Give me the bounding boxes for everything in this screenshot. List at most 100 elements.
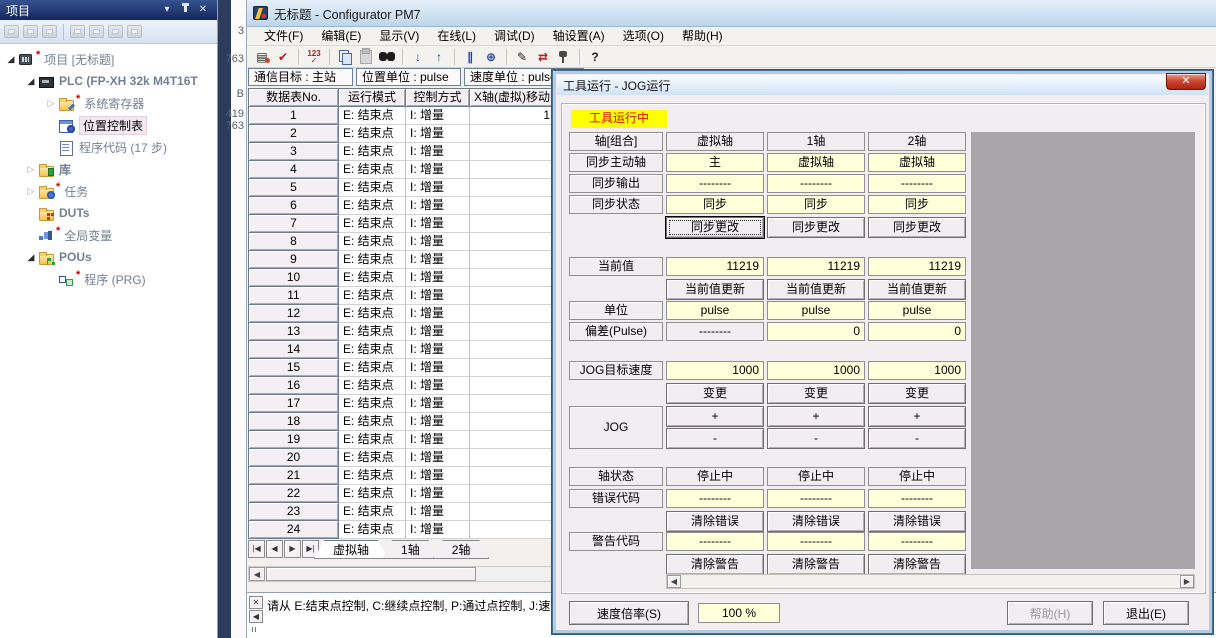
change-button[interactable]: 变更 (666, 383, 764, 404)
row-number-cell[interactable]: 19 (249, 431, 339, 449)
operation-mode-cell[interactable]: E: 结束点 (339, 341, 406, 359)
add-device-icon[interactable] (42, 25, 57, 38)
clear-warning-button[interactable]: 清除警告 (767, 554, 865, 575)
scroll-right-icon[interactable]: ▶ (1180, 575, 1194, 588)
operation-mode-cell[interactable]: E: 结束点 (339, 179, 406, 197)
control-method-cell[interactable]: I: 增量 (406, 485, 470, 503)
control-method-cell[interactable]: I: 增量 (406, 395, 470, 413)
row-number-cell[interactable]: 23 (249, 503, 339, 521)
scroll-left-icon[interactable]: ◀ (667, 575, 681, 588)
download-to-plc-icon[interactable]: ↓ (409, 48, 427, 65)
verify-data-icon[interactable]: 123✓ (305, 48, 323, 65)
help-icon[interactable]: ? (586, 48, 604, 65)
x-axis-value-cell[interactable] (470, 125, 555, 143)
operation-mode-cell[interactable]: E: 结束点 (339, 197, 406, 215)
x-axis-value-cell[interactable] (470, 215, 555, 233)
x-axis-value-cell[interactable] (470, 305, 555, 323)
tree-item-global-vars[interactable]: * 全局变量 (0, 224, 217, 246)
row-number-cell[interactable]: 10 (249, 269, 339, 287)
tree-item-project-root[interactable]: ◢ * 项目 [无标题] (0, 48, 217, 70)
collapsed-arrow-icon[interactable]: ▷ (44, 98, 58, 109)
paste-icon[interactable] (357, 48, 375, 65)
x-axis-value-cell[interactable]: 1 (470, 107, 555, 125)
control-method-cell[interactable]: I: 增量 (406, 161, 470, 179)
tree-item-tasks[interactable]: ▷ * 任务 (0, 180, 217, 202)
tab-axis-1[interactable]: 1轴 (382, 540, 439, 559)
control-method-cell[interactable]: I: 增量 (406, 179, 470, 197)
operation-mode-cell[interactable]: E: 结束点 (339, 215, 406, 233)
row-number-cell[interactable]: 15 (249, 359, 339, 377)
collapsed-arrow-icon[interactable]: ▷ (24, 186, 38, 197)
x-axis-value-cell[interactable] (470, 503, 555, 521)
operation-mode-cell[interactable]: E: 结束点 (339, 323, 406, 341)
menu-edit[interactable]: 编辑(E) (312, 27, 370, 45)
row-number-cell[interactable]: 21 (249, 467, 339, 485)
main-titlebar[interactable]: 无标题 - Configurator PM7 (247, 0, 1216, 27)
row-number-cell[interactable]: 20 (249, 449, 339, 467)
col-header-no[interactable]: 数据表No. (249, 89, 339, 107)
menu-help[interactable]: 帮助(H) (673, 27, 732, 45)
collapsed-arrow-icon[interactable]: ▷ (24, 164, 38, 175)
control-method-cell[interactable]: I: 增量 (406, 251, 470, 269)
expanded-arrow-icon[interactable]: ◢ (24, 252, 38, 263)
edit-program-icon[interactable]: ✎ (513, 48, 531, 65)
menu-debug[interactable]: 调试(D) (485, 27, 544, 45)
tab-first-icon[interactable]: |◀ (248, 540, 265, 558)
x-axis-value-cell[interactable] (470, 359, 555, 377)
col-header-control[interactable]: 控制方式 (406, 89, 470, 107)
x-axis-value-cell[interactable] (470, 287, 555, 305)
expanded-arrow-icon[interactable]: ◢ (4, 54, 18, 65)
jog-plus-button[interactable]: + (666, 406, 764, 427)
clear-error-button[interactable]: 清除错误 (767, 511, 865, 532)
exit-button[interactable]: 退出(E) (1103, 601, 1189, 625)
operation-mode-cell[interactable]: E: 结束点 (339, 233, 406, 251)
x-axis-value-cell[interactable] (470, 161, 555, 179)
operation-mode-cell[interactable]: E: 结束点 (339, 125, 406, 143)
x-axis-value-cell[interactable] (470, 377, 555, 395)
tree-item-program-code[interactable]: 程序代码 (17 步) (0, 136, 217, 158)
copy-icon[interactable] (336, 48, 354, 65)
panel-pin-icon[interactable] (177, 3, 193, 17)
menu-options[interactable]: 选项(O) (614, 27, 673, 45)
x-axis-value-cell[interactable] (470, 413, 555, 431)
current-value-update-button[interactable]: 当前值更新 (868, 279, 966, 300)
sync-change-button[interactable]: 同步更改 (767, 217, 865, 238)
control-method-cell[interactable]: I: 增量 (406, 449, 470, 467)
tree-item-pous[interactable]: ◢ POUs (0, 246, 217, 268)
operation-mode-cell[interactable]: E: 结束点 (339, 521, 406, 539)
operation-mode-cell[interactable]: E: 结束点 (339, 413, 406, 431)
control-method-cell[interactable]: I: 增量 (406, 323, 470, 341)
x-axis-value-cell[interactable] (470, 197, 555, 215)
row-number-cell[interactable]: 6 (249, 197, 339, 215)
open-library-icon[interactable] (70, 25, 85, 38)
x-axis-value-cell[interactable] (470, 467, 555, 485)
library-key-icon[interactable] (108, 25, 123, 38)
row-number-cell[interactable]: 11 (249, 287, 339, 305)
message-close-icon[interactable]: ✕ (249, 596, 263, 609)
x-axis-value-cell[interactable] (470, 431, 555, 449)
clear-warning-button[interactable]: 清除警告 (868, 554, 966, 575)
operation-mode-cell[interactable]: E: 结束点 (339, 269, 406, 287)
message-scroll-left-icon[interactable]: ◀ (249, 610, 263, 623)
operation-mode-cell[interactable]: E: 结束点 (339, 359, 406, 377)
operation-mode-cell[interactable]: E: 结束点 (339, 431, 406, 449)
row-number-cell[interactable]: 9 (249, 251, 339, 269)
row-number-cell[interactable]: 14 (249, 341, 339, 359)
tree-item-duts[interactable]: DUTs (0, 202, 217, 224)
col-header-x-axis[interactable]: X轴(虚拟)移动 (470, 89, 555, 107)
monitor-icon[interactable] (555, 48, 573, 65)
x-axis-value-cell[interactable] (470, 251, 555, 269)
operation-mode-cell[interactable]: E: 结束点 (339, 143, 406, 161)
control-method-cell[interactable]: I: 增量 (406, 143, 470, 161)
tab-virtual-axis[interactable]: 虚拟轴 (314, 540, 388, 559)
panel-menu-chevron-icon[interactable]: ▾ (159, 3, 175, 17)
control-method-cell[interactable]: I: 增量 (406, 521, 470, 539)
control-method-cell[interactable]: I: 增量 (406, 431, 470, 449)
expanded-arrow-icon[interactable]: ◢ (24, 76, 38, 87)
row-number-cell[interactable]: 8 (249, 233, 339, 251)
menu-axis-settings[interactable]: 轴设置(A) (544, 27, 614, 45)
control-method-cell[interactable]: I: 增量 (406, 125, 470, 143)
x-axis-value-cell[interactable] (470, 323, 555, 341)
control-method-cell[interactable]: I: 增量 (406, 107, 470, 125)
sync-change-button[interactable]: 同步更改 (666, 217, 764, 238)
